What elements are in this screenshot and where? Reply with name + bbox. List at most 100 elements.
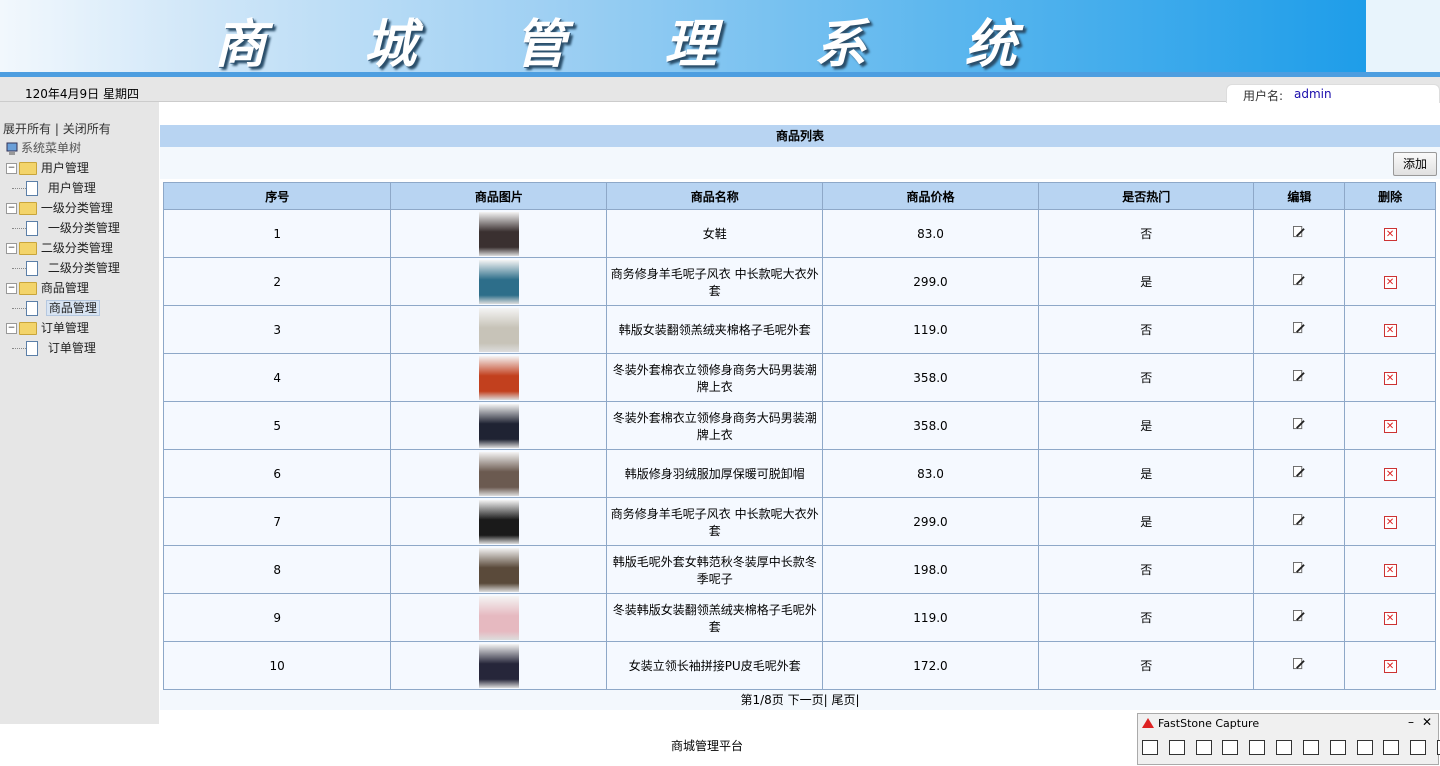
capture-freehand-icon[interactable] (1249, 740, 1266, 755)
edit-icon[interactable] (1293, 562, 1306, 574)
document-icon (26, 221, 38, 236)
cell-name: 冬装外套棉衣立领修身商务大码男装潮牌上衣 (606, 353, 824, 402)
edit-icon[interactable] (1293, 274, 1306, 286)
cell-image (390, 497, 608, 546)
collapse-icon[interactable]: − (6, 323, 17, 334)
tree-group-label: 二级分类管理 (40, 241, 113, 255)
tree-item-order[interactable]: 订单管理 (12, 338, 96, 358)
cell-image (390, 257, 608, 306)
product-thumbnail[interactable] (478, 499, 519, 544)
product-thumbnail[interactable] (478, 259, 519, 304)
open-icon[interactable] (1142, 740, 1158, 755)
tree-item-label: 订单管理 (47, 341, 96, 355)
cell-price: 299.0 (822, 257, 1039, 306)
product-thumbnail[interactable] (478, 451, 519, 496)
cell-delete: ✕ (1344, 497, 1436, 546)
column-header: 商品名称 (606, 182, 824, 210)
tree-item-user[interactable]: 用户管理 (12, 178, 96, 198)
capture-region-icon[interactable] (1222, 740, 1239, 755)
delete-icon[interactable]: ✕ (1383, 468, 1397, 481)
cell-hot: 是 (1037, 497, 1255, 546)
product-thumbnail[interactable] (478, 211, 519, 256)
table-row: 9 冬装韩版女装翻领羔绒夹棉格子毛呢外套 119.0 否 ✕ (162, 593, 1436, 642)
cell-hot: 否 (1037, 209, 1255, 258)
product-thumbnail[interactable] (478, 547, 519, 592)
add-button[interactable]: 添加 (1393, 152, 1437, 176)
tree-group-product[interactable]: − 商品管理 (6, 278, 89, 298)
product-thumbnail[interactable] (478, 595, 519, 640)
product-thumbnail[interactable] (478, 355, 519, 400)
cell-name: 韩版毛呢外套女韩范秋冬装厚中长款冬季呢子 (606, 545, 824, 594)
next-page-link[interactable]: 下一页| (788, 693, 828, 707)
delete-icon[interactable]: ✕ (1383, 420, 1397, 433)
cell-name: 韩版女装翻领羔绒夹棉格子毛呢外套 (606, 305, 824, 354)
top-bar: 120年4月9日 星期四 (0, 77, 1440, 102)
document-icon (26, 301, 38, 316)
table-row: 1 女鞋 83.0 否 ✕ (162, 209, 1436, 258)
delete-icon[interactable]: ✕ (1383, 372, 1397, 385)
cell-delete: ✕ (1344, 257, 1436, 306)
minimize-button[interactable]: – (1408, 715, 1414, 729)
capture-scroll-icon[interactable] (1302, 740, 1319, 755)
delete-icon[interactable]: ✕ (1383, 516, 1397, 529)
sidebar: 展开所有 | 关闭所有 系统菜单树 − 用户管理 用户管理 − 一级分类管理 一… (0, 102, 159, 724)
collapse-icon[interactable]: − (6, 163, 17, 174)
cell-edit (1253, 593, 1346, 642)
delete-icon[interactable]: ✕ (1383, 324, 1397, 337)
cell-image (390, 593, 608, 642)
tree-root[interactable]: 系统菜单树 (6, 139, 81, 156)
tree-group-order[interactable]: − 订单管理 (6, 318, 89, 338)
edit-icon[interactable] (1293, 610, 1306, 622)
edit-icon[interactable] (1293, 658, 1306, 670)
collapse-icon[interactable]: − (6, 243, 17, 254)
capture-fixed-icon[interactable] (1329, 740, 1346, 755)
cell-no: 1 (162, 209, 392, 258)
tree-item-category1[interactable]: 一级分类管理 (12, 218, 120, 238)
collapse-all-link[interactable]: 关闭所有 (63, 122, 111, 136)
tree-group-user[interactable]: − 用户管理 (6, 158, 89, 178)
capture-window-icon[interactable] (1168, 740, 1185, 755)
edit-icon[interactable] (1293, 322, 1306, 334)
tree-item-product[interactable]: 商品管理 (12, 298, 100, 318)
product-thumbnail[interactable] (478, 307, 519, 352)
table-header-row: 序号 商品图片 商品名称 商品价格 是否热门 编辑 删除 (162, 182, 1436, 210)
cell-no: 5 (162, 401, 392, 450)
delete-icon[interactable]: ✕ (1383, 276, 1397, 289)
folder-icon (19, 162, 37, 175)
tree-controls: 展开所有 | 关闭所有 (3, 120, 111, 137)
tree-group-category2[interactable]: − 二级分类管理 (6, 238, 113, 258)
tree-item-category2[interactable]: 二级分类管理 (12, 258, 120, 278)
last-page-link[interactable]: 尾页| (831, 693, 859, 707)
capture-fullscreen-icon[interactable] (1276, 740, 1293, 755)
product-thumbnail[interactable] (478, 403, 519, 448)
edit-icon[interactable] (1293, 370, 1306, 382)
tree-group-category1[interactable]: − 一级分类管理 (6, 198, 113, 218)
cell-hot: 否 (1037, 593, 1255, 642)
capture-object-icon[interactable] (1195, 740, 1212, 755)
delete-icon[interactable]: ✕ (1383, 228, 1397, 241)
cell-edit (1253, 545, 1346, 594)
expand-all-link[interactable]: 展开所有 (3, 122, 51, 136)
cell-edit (1253, 305, 1346, 354)
cell-hot: 否 (1037, 641, 1255, 690)
delete-icon[interactable]: ✕ (1383, 612, 1397, 625)
palette-icon[interactable] (1410, 740, 1427, 755)
cell-delete: ✕ (1344, 209, 1436, 258)
capture-video-icon[interactable] (1356, 740, 1373, 755)
close-button[interactable]: ✕ (1422, 715, 1432, 729)
edit-icon[interactable] (1293, 226, 1306, 238)
edit-icon[interactable] (1293, 418, 1306, 430)
collapse-icon[interactable]: − (6, 283, 17, 294)
tree-line (12, 188, 26, 189)
cell-hot: 是 (1037, 257, 1255, 306)
collapse-icon[interactable]: − (6, 203, 17, 214)
delete-icon[interactable]: ✕ (1383, 660, 1397, 673)
product-thumbnail[interactable] (478, 643, 519, 688)
edit-icon[interactable] (1293, 514, 1306, 526)
edit-icon[interactable] (1293, 466, 1306, 478)
delete-icon[interactable]: ✕ (1383, 564, 1397, 577)
column-header: 删除 (1344, 182, 1436, 210)
cell-edit (1253, 497, 1346, 546)
cell-name: 女装立领长袖拼接PU皮毛呢外套 (606, 641, 824, 690)
timer-icon[interactable] (1383, 740, 1400, 755)
